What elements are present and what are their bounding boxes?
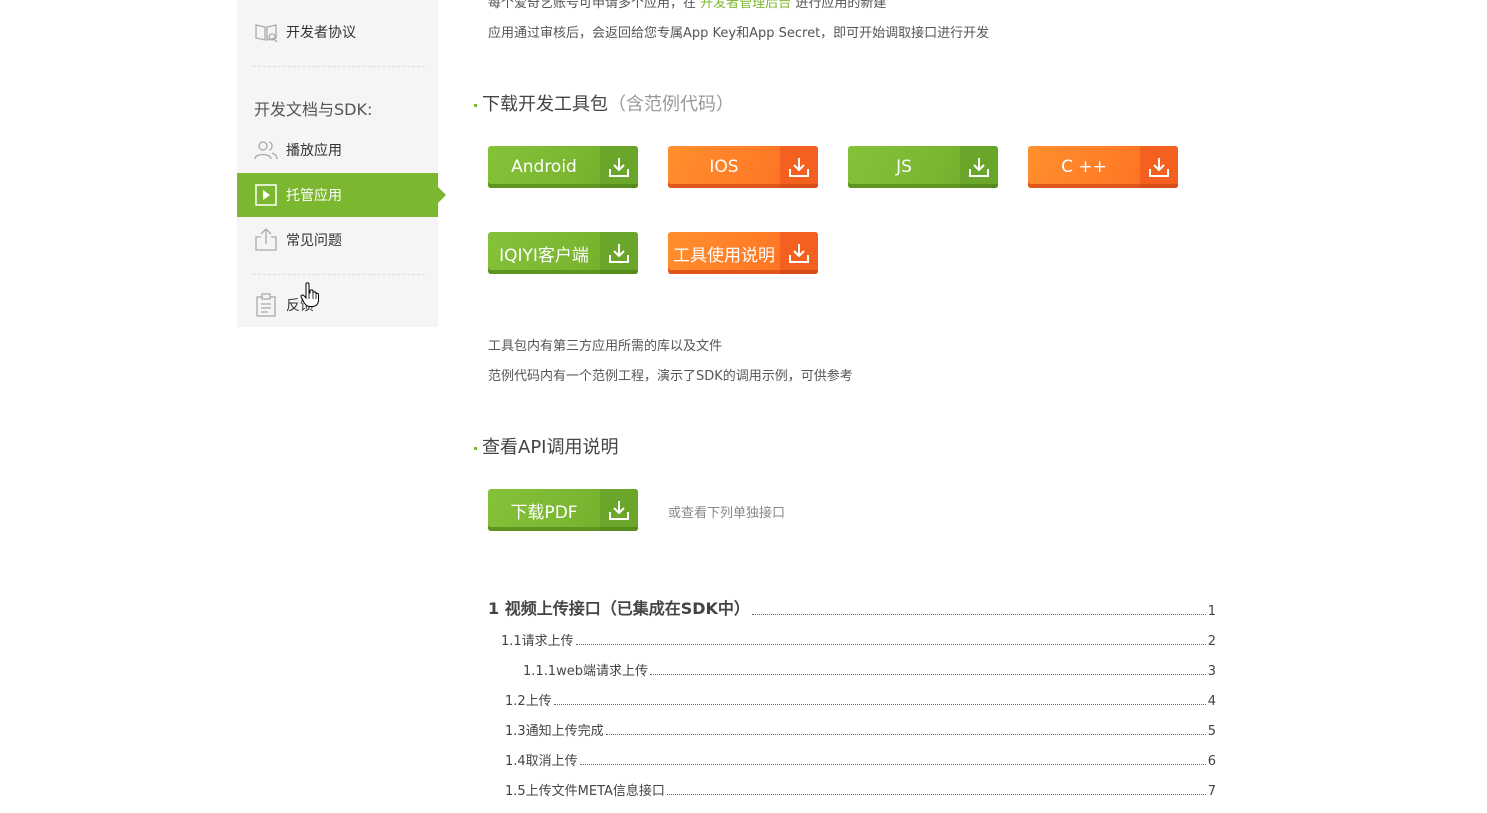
sidebar-item-playback-apps[interactable]: 播放应用 [237, 128, 438, 172]
button-label: 工具使用说明 [673, 245, 775, 266]
download-icon [960, 146, 998, 188]
sidebar-divider [253, 274, 425, 275]
clipboard-icon [256, 293, 276, 317]
download-tool-guide-button[interactable]: 工具使用说明 [668, 232, 818, 274]
download-iqiyi-client-button[interactable]: IQIYI客户端 [488, 232, 638, 274]
sidebar-item-feedback[interactable]: 反馈 [237, 283, 438, 327]
button-label: C ++ [1061, 157, 1107, 177]
sdk-section-title: 下载开发工具包（含范例代码） [474, 90, 734, 116]
api-section-title-text: 查看API调用说明 [482, 437, 619, 458]
toc-page: 6 [1207, 754, 1216, 769]
download-icon [780, 232, 818, 274]
toc-title: 1.3通知上传完成 [505, 724, 604, 739]
api-hint: 或查看下列单独接口 [668, 506, 786, 521]
sdk-note-2: 范例代码内有一个范例工程，演示了SDK的调用示例，可供参考 [488, 369, 853, 384]
download-cpp-button[interactable]: C ++ [1028, 146, 1178, 188]
sdk-section-title-text: 下载开发工具包 [482, 94, 608, 115]
sidebar-item-hosted-apps[interactable]: 托管应用 [237, 173, 446, 217]
toc-row[interactable]: 1 视频上传接口（已集成在SDK中） 1 [488, 599, 1216, 620]
sidebar-item-label: 开发者协议 [286, 25, 356, 41]
intro-line-1-prefix: 每个爱奇艺账号可申请多个应用，在 [488, 0, 697, 11]
sidebar-item-faq[interactable]: 常见问题 [237, 218, 438, 262]
toc-leader [666, 794, 1206, 795]
button-label: IOS [709, 157, 739, 177]
download-ios-button[interactable]: IOS [668, 146, 818, 188]
download-icon [1140, 146, 1178, 188]
button-label: 下载PDF [510, 502, 578, 523]
toc-row[interactable]: 1.5上传文件META信息接口 7 [488, 780, 1216, 800]
toc-page: 2 [1207, 634, 1216, 649]
api-section-title: 查看API调用说明 [474, 433, 618, 459]
sdk-section-title-note: （含范例代码） [608, 94, 734, 115]
download-js-button[interactable]: JS [848, 146, 998, 188]
developer-console-link[interactable]: 开发者管理后台 [700, 0, 791, 11]
toc-page: 3 [1207, 664, 1216, 679]
toc-title: 1.1.1web端请求上传 [523, 664, 648, 679]
toc-page: 7 [1207, 784, 1216, 799]
toc-page: 4 [1207, 694, 1216, 709]
button-label: Android [511, 157, 577, 177]
toc-title: 1.4取消上传 [505, 754, 578, 769]
toc-page: 5 [1207, 724, 1216, 739]
intro-line-2: 应用通过审核后，会返回给您专属App Key和App Secret，即可开始调取… [488, 26, 990, 41]
toc-leader [751, 614, 1206, 615]
bullet-dot [474, 103, 477, 107]
toc-row[interactable]: 1.1.1web端请求上传 3 [488, 660, 1216, 680]
download-icon [600, 489, 638, 531]
toc-row[interactable]: 1.3通知上传完成 5 [488, 720, 1216, 740]
play-square-icon [255, 184, 277, 206]
toc-leader [649, 674, 1206, 675]
button-label: JS [896, 157, 912, 177]
users-icon [254, 141, 278, 160]
toc-row[interactable]: 1.4取消上传 6 [488, 750, 1216, 770]
toc-row[interactable]: 1.2上传 4 [488, 690, 1216, 710]
sidebar: 开发者协议 开发文档与SDK: 播放应用 托管应用 常见问题 反馈 [237, 0, 446, 327]
sidebar-item-label: 托管应用 [286, 188, 342, 204]
toc-title: 1.1请求上传 [501, 634, 574, 649]
download-pdf-button[interactable]: 下载PDF [488, 489, 638, 531]
sidebar-item-label: 播放应用 [286, 143, 342, 159]
download-icon [780, 146, 818, 188]
download-android-button[interactable]: Android [488, 146, 638, 188]
toc-page: 1 [1207, 604, 1216, 619]
bullet-dot [474, 446, 477, 450]
sidebar-item-developer-agreement[interactable]: 开发者协议 [237, 10, 438, 54]
book-icon [255, 24, 278, 43]
intro-line-1: 每个爱奇艺账号可申请多个应用，在 开发者管理后台 进行应用的新建 [488, 0, 886, 11]
button-label: IQIYI客户端 [499, 245, 589, 266]
hand-cursor-icon [300, 282, 319, 307]
sidebar-heading: 开发文档与SDK: [254, 100, 373, 119]
toc-leader [575, 644, 1206, 645]
sidebar-item-label: 常见问题 [286, 233, 342, 249]
toc-title: 1 视频上传接口（已集成在SDK中） [488, 599, 750, 618]
sidebar-divider [253, 66, 425, 67]
toc-leader [579, 764, 1206, 765]
download-icon [600, 232, 638, 274]
intro-line-1-suffix: 进行应用的新建 [795, 0, 887, 11]
sdk-note-1: 工具包内有第三方应用所需的库以及文件 [488, 339, 723, 354]
upload-icon [255, 228, 277, 251]
toc-title: 1.5上传文件META信息接口 [505, 784, 665, 799]
download-icon [600, 146, 638, 188]
toc-row[interactable]: 1.1请求上传 2 [488, 630, 1216, 650]
toc-title: 1.2上传 [505, 694, 552, 709]
toc-leader [553, 704, 1206, 705]
toc-leader [605, 734, 1206, 735]
